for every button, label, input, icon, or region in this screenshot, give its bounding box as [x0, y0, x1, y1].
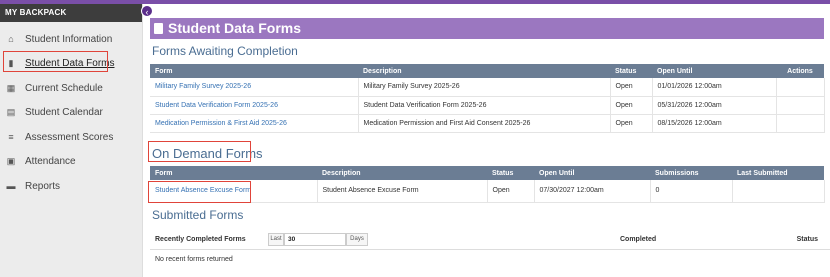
table-header-row: Form Description Status Open Until Actio… [150, 64, 824, 78]
column-header: Submissions [650, 166, 732, 180]
folder-icon: ▬ [6, 181, 16, 192]
sidebar-header: MY BACKPACK [0, 4, 142, 22]
form-description: Medication Permission and First Aid Cons… [358, 114, 611, 133]
sidebar-item-label: Student Calendar [25, 107, 103, 119]
submitted-filter-bar: Recently Completed Forms Last 30 Days Co… [150, 230, 830, 250]
column-header: Status [610, 64, 652, 78]
form-description: Student Absence Excuse Form [317, 180, 488, 203]
sidebar-item-label: Attendance [25, 156, 76, 168]
form-link[interactable]: Medication Permission & First Aid 2025-2… [150, 114, 359, 133]
sidebar-item-label: Student Information [25, 33, 113, 45]
empty-state-message: No recent forms returned [155, 256, 233, 263]
list-icon: ≡ [8, 132, 14, 143]
sidebar-item-label: Current Schedule [25, 82, 103, 94]
main-content: Student Data Forms Forms Awaiting Comple… [148, 4, 830, 277]
table-row: Military Family Survey 2025-26 Military … [150, 78, 825, 97]
on-demand-forms-table: Form Description Status Open Until Submi… [150, 166, 825, 203]
sidebar-item-label: Assessment Scores [25, 131, 114, 143]
sidebar-item-current-schedule[interactable]: ▦ Current Schedule [0, 76, 142, 101]
home-icon: ⌂ [8, 34, 14, 45]
form-last-submitted [732, 180, 825, 203]
table-row: Student Data Verification Form 2025-26 S… [150, 96, 825, 115]
clipboard-icon [154, 23, 163, 34]
table-header-row: Form Description Status Open Until Submi… [150, 166, 824, 180]
form-description: Military Family Survey 2025-26 [358, 78, 611, 97]
recent-forms-label: Recently Completed Forms [155, 236, 246, 243]
column-header: Open Until [534, 166, 650, 180]
awaiting-forms-table: Form Description Status Open Until Actio… [150, 64, 825, 133]
form-actions [776, 78, 825, 97]
completed-column-label: Completed [620, 236, 657, 243]
form-actions [776, 96, 825, 115]
column-header: Open Until [652, 64, 776, 78]
highlight-box-sidebar [3, 51, 108, 72]
form-link[interactable]: Military Family Survey 2025-26 [150, 78, 359, 97]
column-header: Last Submitted [732, 166, 824, 180]
column-header: Form [150, 166, 317, 180]
column-header: Status [487, 166, 534, 180]
sidebar-item-student-information[interactable]: ⌂ Student Information [0, 27, 142, 52]
section-title-awaiting: Forms Awaiting Completion [152, 44, 298, 58]
table-row: Medication Permission & First Aid 2025-2… [150, 114, 825, 133]
form-open-until: 01/01/2026 12:00am [652, 78, 777, 97]
form-status: Open [487, 180, 535, 203]
form-open-until: 07/30/2027 12:00am [534, 180, 651, 203]
calendar-grid-icon: ▦ [6, 82, 16, 93]
column-header: Form [150, 64, 358, 78]
form-status: Open [610, 96, 653, 115]
form-submissions: 0 [650, 180, 733, 203]
form-status: Open [610, 78, 653, 97]
sidebar-collapse-button[interactable]: ‹ [141, 5, 153, 17]
sidebar-item-student-calendar[interactable]: ▤ Student Calendar [0, 101, 142, 126]
last-label: Last [268, 233, 284, 246]
status-column-label: Status [796, 236, 818, 243]
sidebar-item-reports[interactable]: ▬ Reports [0, 174, 142, 199]
highlight-box-absence-form [148, 181, 251, 203]
form-description: Student Data Verification Form 2025-26 [358, 96, 611, 115]
column-header: Description [358, 64, 610, 78]
form-open-until: 08/15/2026 12:00am [652, 114, 777, 133]
form-link[interactable]: Student Data Verification Form 2025-26 [150, 96, 359, 115]
sidebar-item-label: Reports [25, 180, 61, 192]
form-actions [776, 114, 825, 133]
sidebar: MY BACKPACK ⌂ Student Information ▮ Stud… [0, 4, 143, 277]
calendar-icon: ▤ [6, 107, 16, 118]
sidebar-item-attendance[interactable]: ▣ Attendance [0, 150, 142, 175]
column-header: Description [317, 166, 487, 180]
highlight-box-on-demand-title [148, 141, 251, 162]
form-open-until: 05/31/2026 12:00am [652, 96, 777, 115]
attendance-icon: ▣ [6, 156, 16, 167]
sidebar-item-assessment-scores[interactable]: ≡ Assessment Scores [0, 125, 142, 150]
table-row: Student Absence Excuse Form Student Abse… [150, 180, 825, 203]
days-label: Days [346, 233, 368, 246]
page-banner: Student Data Forms [150, 18, 824, 39]
days-input[interactable]: 30 [284, 233, 346, 246]
column-header: Actions [776, 64, 824, 78]
section-title-submitted: Submitted Forms [152, 208, 244, 222]
page-title: Student Data Forms [168, 20, 302, 36]
form-status: Open [610, 114, 653, 133]
